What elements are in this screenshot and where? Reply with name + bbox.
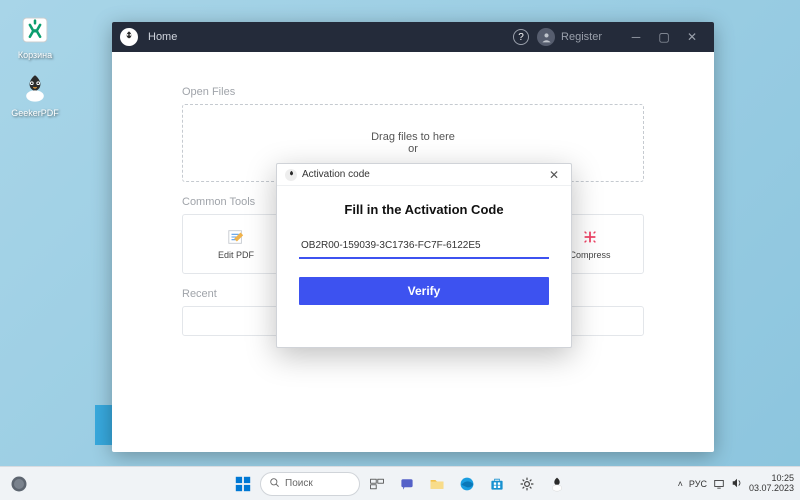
network-icon[interactable] (713, 477, 725, 491)
avatar-icon (537, 28, 555, 46)
taskbar-search[interactable]: Поиск (260, 472, 360, 496)
window-title: Home (148, 31, 177, 43)
modal-body: Fill in the Activation Code Verify (277, 186, 571, 321)
verify-button[interactable]: Verify (299, 277, 549, 305)
language-indicator[interactable]: РУС (689, 479, 707, 489)
modal-close-button[interactable]: ✕ (545, 168, 563, 182)
register-button[interactable]: Register (537, 28, 602, 46)
titlebar: Home ? Register ─ ▢ ✕ (112, 22, 714, 52)
geekerpdf-icon (17, 70, 53, 106)
taskbar: Поиск ˄ РУС 10:25 03.07.2023 (0, 466, 800, 500)
tray-chevron-icon[interactable]: ˄ (678, 479, 683, 489)
clock-date: 03.07.2023 (749, 484, 794, 494)
app-logo-icon (120, 28, 138, 46)
edit-icon (226, 228, 246, 246)
activation-modal: Activation code ✕ Fill in the Activation… (276, 163, 572, 348)
browser-icon[interactable] (6, 471, 32, 497)
system-tray: ˄ РУС 10:25 03.07.2023 (678, 474, 794, 494)
drop-here-text: Drag files to here (371, 131, 455, 143)
edge-icon[interactable] (454, 471, 480, 497)
open-files-label: Open Files (182, 86, 644, 98)
minimize-button[interactable]: ─ (622, 23, 650, 51)
task-view-icon[interactable] (364, 471, 390, 497)
clock[interactable]: 10:25 03.07.2023 (749, 474, 794, 494)
start-button[interactable] (230, 471, 256, 497)
search-icon (269, 477, 280, 491)
modal-titlebar: Activation code ✕ (277, 164, 571, 186)
modal-logo-icon (285, 169, 297, 181)
tool-label: Edit PDF (218, 250, 254, 260)
desktop-icon-geekerpdf[interactable]: GeekerPDF (10, 70, 60, 118)
activation-code-input[interactable] (299, 236, 549, 259)
tool-edit-pdf[interactable]: Edit PDF (182, 214, 290, 274)
register-label: Register (561, 31, 602, 43)
search-placeholder: Поиск (285, 478, 313, 489)
desktop: Корзина GeekerPDF Home ? Register ─ ▢ ✕ (0, 0, 800, 500)
or-text: or (408, 143, 418, 155)
maximize-button[interactable]: ▢ (650, 23, 678, 51)
taskbar-center: Поиск (230, 471, 570, 497)
settings-icon[interactable] (514, 471, 540, 497)
desktop-icon-label: Корзина (10, 50, 60, 60)
modal-title-text: Activation code (302, 169, 370, 180)
desktop-icon-recycle-bin[interactable]: Корзина (10, 12, 60, 60)
explorer-icon[interactable] (424, 471, 450, 497)
store-icon[interactable] (484, 471, 510, 497)
close-button[interactable]: ✕ (678, 23, 706, 51)
sound-icon[interactable] (731, 477, 743, 491)
help-icon[interactable]: ? (513, 29, 529, 45)
recycle-bin-icon (17, 12, 53, 48)
chat-icon[interactable] (394, 471, 420, 497)
desktop-icon-label: GeekerPDF (10, 108, 60, 118)
pinned-app-icon[interactable] (544, 471, 570, 497)
compress-icon (580, 228, 600, 246)
modal-heading: Fill in the Activation Code (299, 202, 549, 217)
tool-label: Compress (569, 250, 610, 260)
